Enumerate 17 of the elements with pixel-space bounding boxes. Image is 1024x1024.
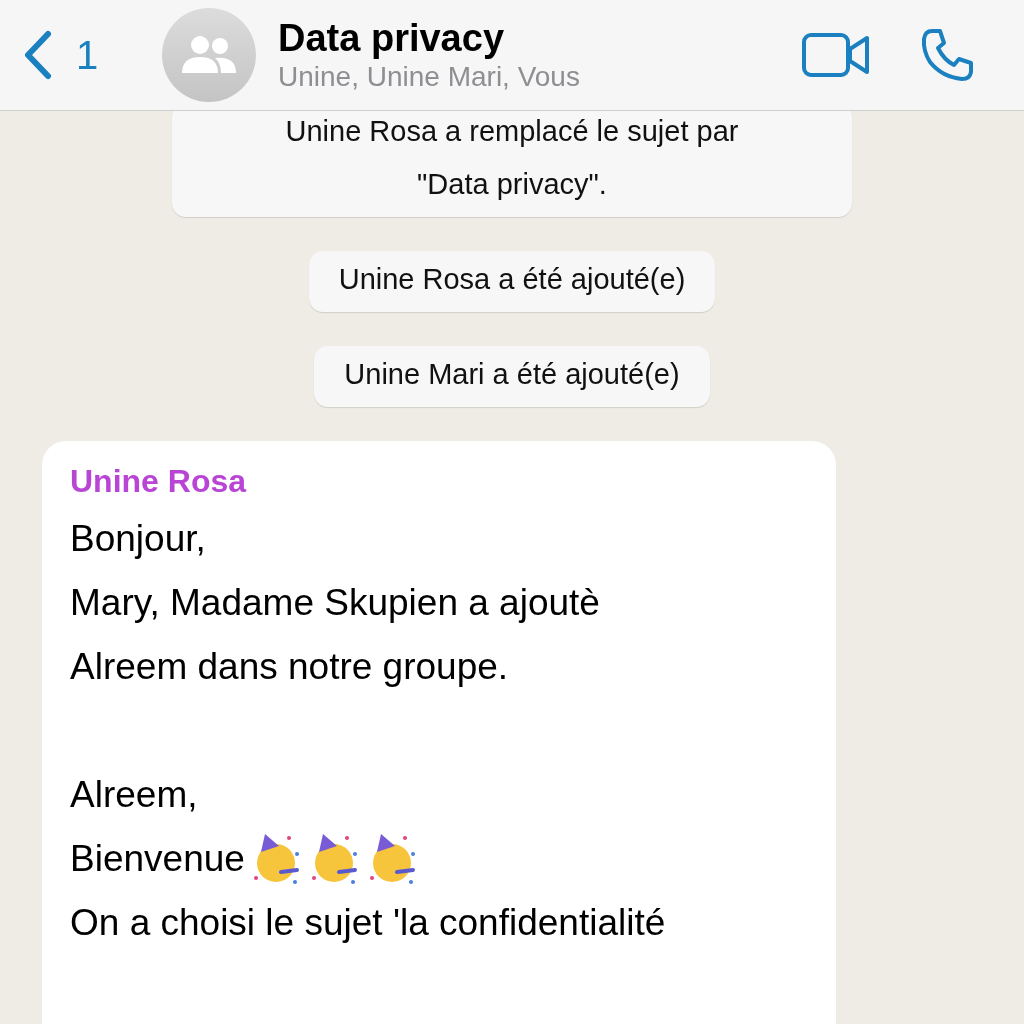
message-text: Alreem dans notre groupe. bbox=[70, 645, 509, 689]
system-message: Unine Mari a été ajouté(e) bbox=[314, 346, 710, 407]
sender-name: Unine Rosa bbox=[70, 462, 248, 501]
message-text: Alreem, bbox=[70, 773, 198, 817]
participants-list: Unine, Unine Mari, Vous bbox=[278, 60, 802, 94]
message-text: Bonjour, bbox=[70, 517, 206, 561]
video-call-icon[interactable] bbox=[802, 32, 870, 78]
back-button[interactable]: 1 bbox=[22, 30, 162, 80]
chat-title[interactable]: Data privacy bbox=[278, 16, 802, 60]
message-text: On a choisi le sujet 'la confidentialité bbox=[70, 901, 666, 945]
message-text: Bienvenue bbox=[70, 837, 245, 881]
message-text: Mary, Madame Skupien a ajoutè bbox=[70, 581, 600, 625]
system-message: Unine Rosa a été ajouté(e) bbox=[308, 251, 716, 312]
system-message: Unine Rosa a remplacé le sujet par "Data privacy". bbox=[172, 111, 852, 217]
back-chevron-icon bbox=[22, 30, 54, 80]
group-icon bbox=[179, 35, 239, 75]
phone-call-icon[interactable] bbox=[920, 28, 974, 82]
